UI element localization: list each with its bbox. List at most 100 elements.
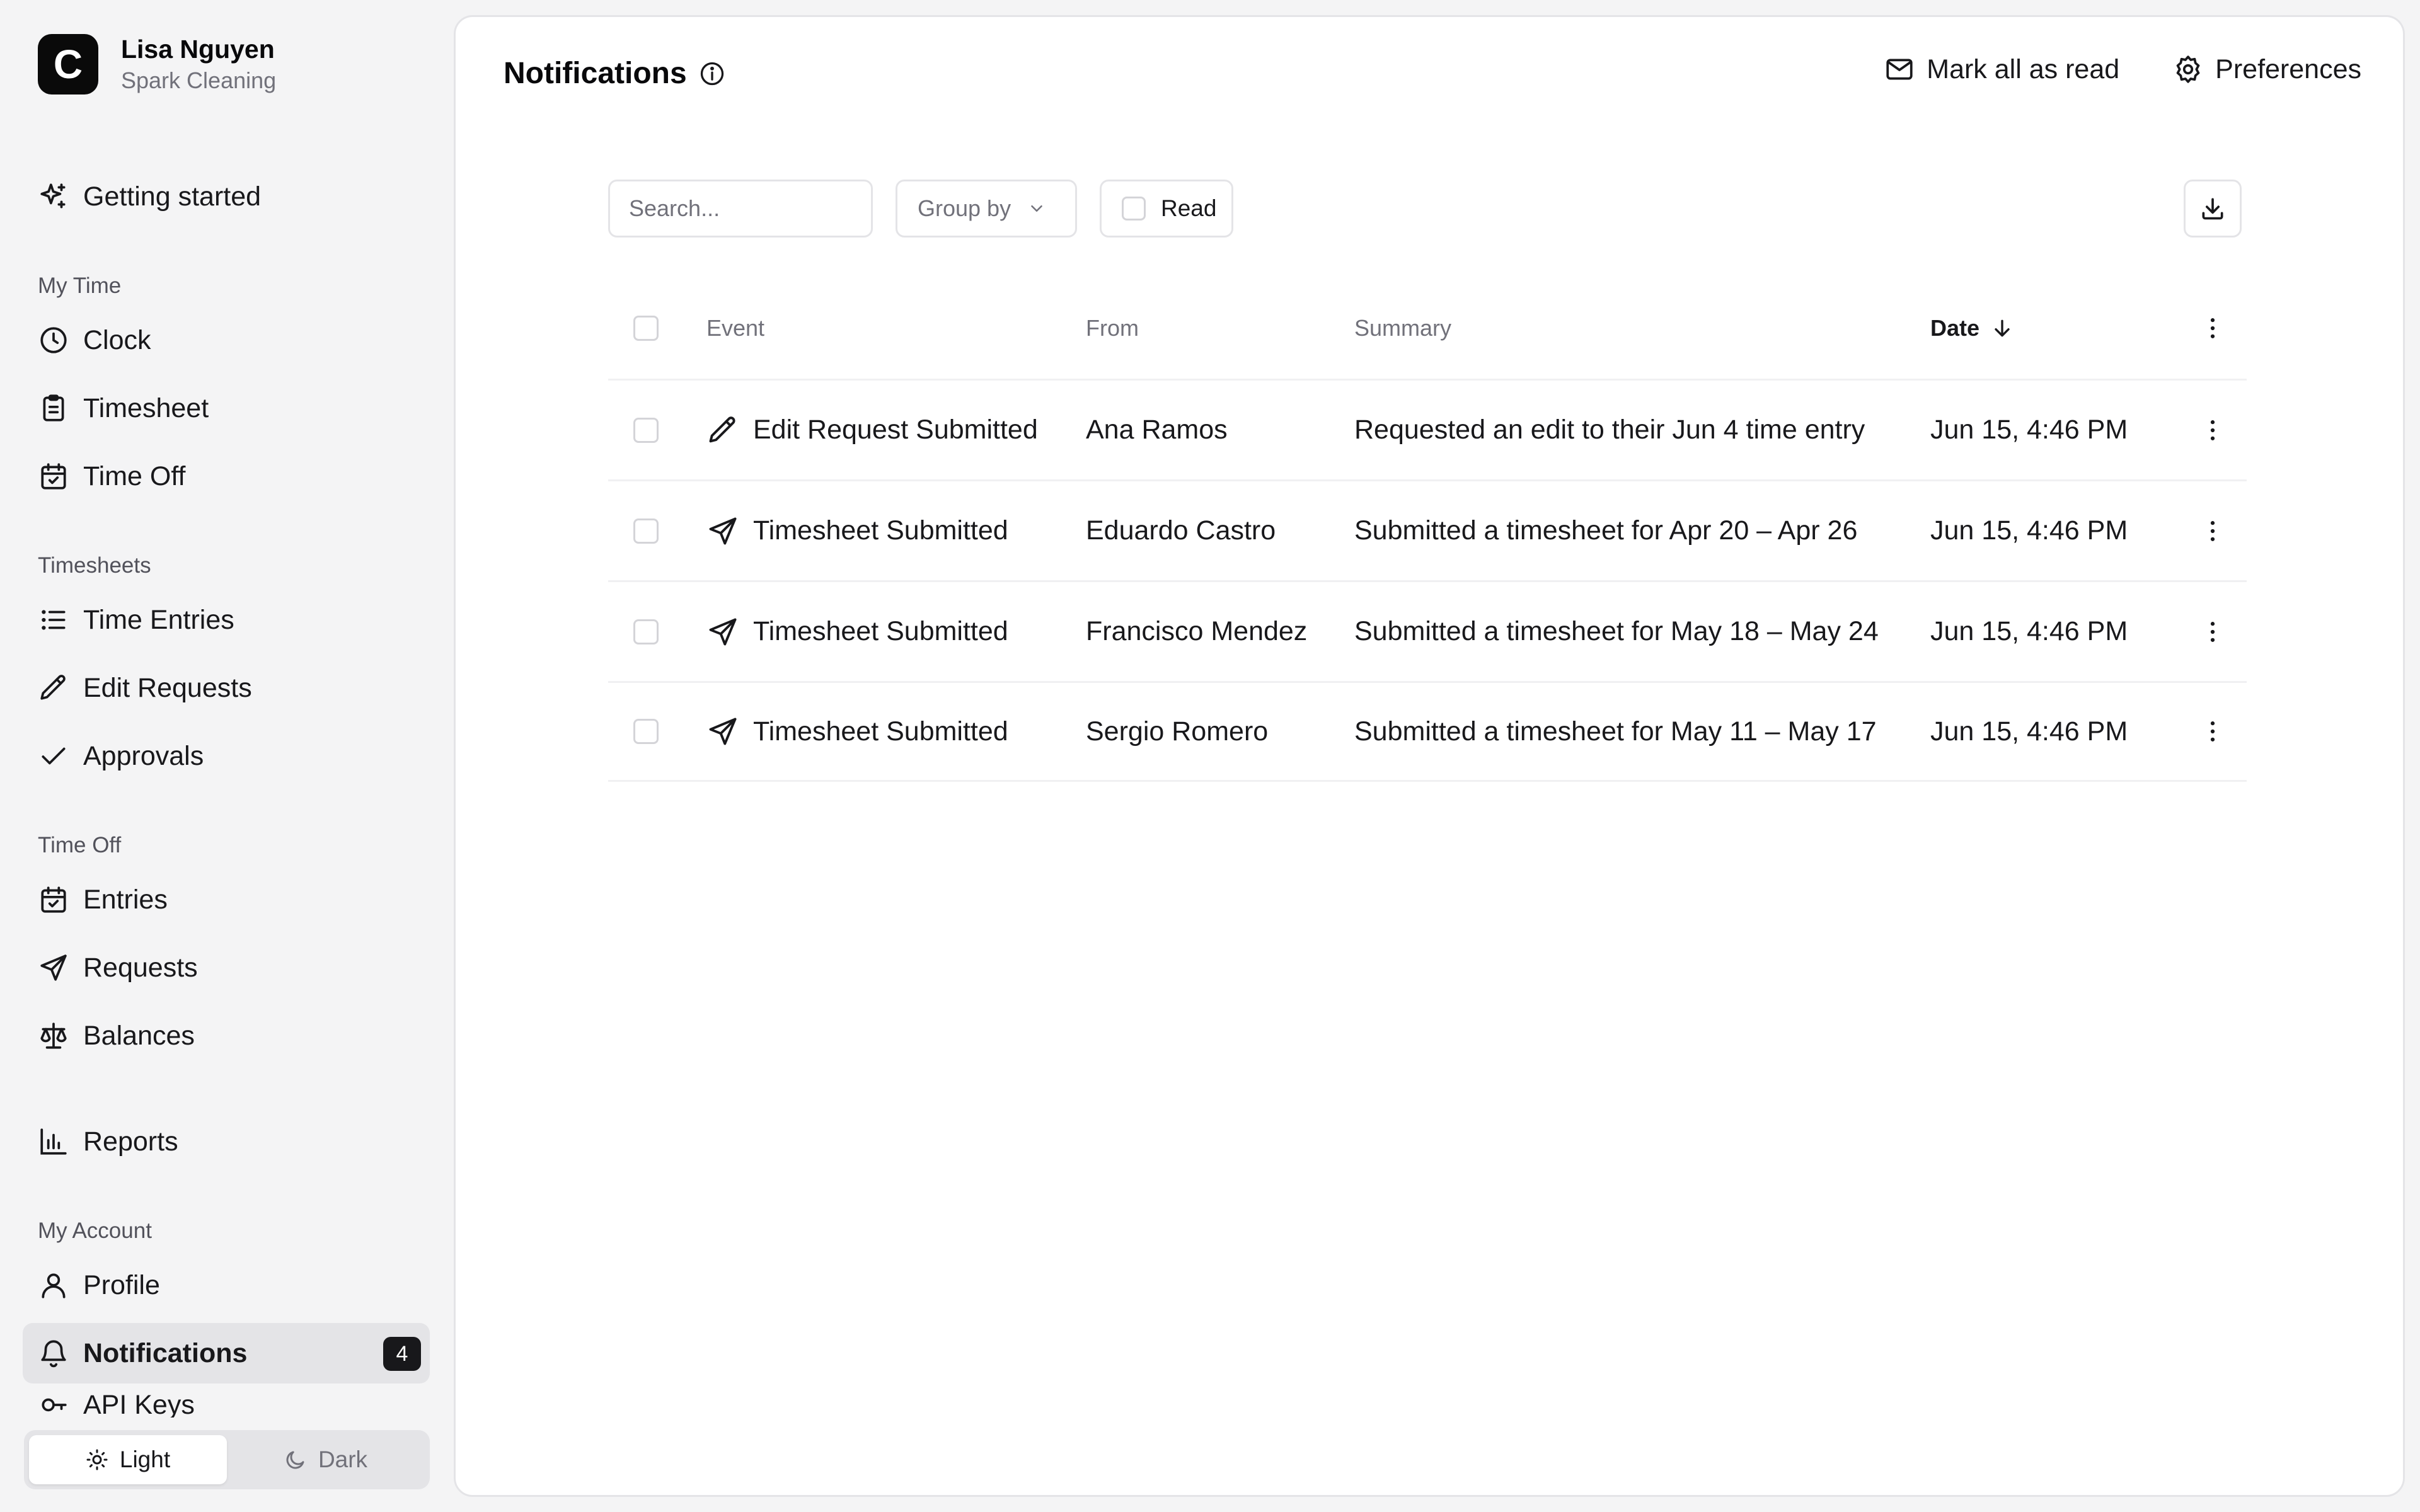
company-logo: C (38, 34, 98, 94)
event-cell: Edit Request Submitted (706, 414, 1086, 447)
group-by-select[interactable]: Group by (896, 180, 1077, 238)
sidebar-item-label: Profile (83, 1269, 160, 1300)
sidebar-item-edit-requests[interactable]: Edit Requests (23, 658, 430, 718)
date-cell: Jun 15, 4:46 PM (1930, 716, 2128, 747)
row-menu-cell (2182, 416, 2247, 444)
row-check-cell (608, 619, 706, 644)
sidebar-item-approvals[interactable]: Approvals (23, 726, 430, 786)
table-row[interactable]: Timesheet Submitted Sergio Romero Submit… (608, 681, 2247, 782)
more-vertical-icon[interactable] (2199, 314, 2227, 342)
sidebar-item-label: Balances (83, 1020, 195, 1051)
date-cell: Jun 15, 4:46 PM (1930, 515, 2128, 546)
sidebar-item-timesheet[interactable]: Timesheet (23, 378, 430, 438)
row-checkbox[interactable] (633, 417, 659, 443)
chevron-down-icon (1031, 205, 1042, 212)
sun-icon (86, 1449, 108, 1470)
more-vertical-icon[interactable] (2199, 618, 2227, 646)
account-company: Spark Cleaning (121, 67, 277, 93)
header-menu-cell (2182, 314, 2247, 342)
column-header-summary[interactable]: Summary (1354, 315, 1930, 341)
section-time-off: Time Off (38, 833, 122, 857)
sidebar-item-label: Time Entries (83, 604, 234, 635)
mark-all-read-button[interactable]: Mark all as read (1884, 54, 2119, 85)
row-menu-cell (2182, 618, 2247, 646)
more-vertical-icon[interactable] (2199, 416, 2227, 444)
sidebar-item-time-off[interactable]: Time Off (23, 446, 430, 507)
table-row[interactable]: Timesheet Submitted Francisco Mendez Sub… (608, 580, 2247, 681)
row-checkbox[interactable] (633, 518, 659, 544)
sidebar-item-getting-started[interactable]: Getting started (23, 166, 430, 227)
table-row[interactable]: Edit Request Submitted Ana Ramos Request… (608, 379, 2247, 479)
pencil-icon (709, 416, 735, 442)
row-checkbox[interactable] (633, 719, 659, 744)
bar-chart-icon (40, 1128, 67, 1155)
header-check-cell (608, 316, 706, 341)
column-header-event[interactable]: Event (706, 315, 1086, 341)
more-vertical-icon[interactable] (2199, 718, 2227, 745)
select-all-checkbox[interactable] (633, 316, 659, 341)
sidebar-item-requests[interactable]: Requests (23, 937, 430, 998)
section-timesheets: Timesheets (38, 553, 151, 578)
sidebar: C Lisa Nguyen Spark Cleaning Getting sta… (0, 0, 454, 1512)
theme-dark-button[interactable]: Dark (227, 1435, 425, 1484)
more-vertical-icon[interactable] (2199, 517, 2227, 545)
read-filter-checkbox[interactable] (1122, 197, 1146, 220)
page-title: Notifications (504, 57, 687, 90)
sidebar-item-clock[interactable]: Clock (23, 310, 430, 370)
sidebar-item-label: Edit Requests (83, 672, 252, 703)
sidebar-item-notifications[interactable]: Notifications 4 (23, 1323, 430, 1383)
clipboard-icon (43, 394, 64, 421)
sidebar-item-label: API Keys (83, 1392, 195, 1418)
event-label: Timesheet Submitted (753, 515, 1008, 546)
sidebar-scroll-overflow: API Keys (23, 1392, 430, 1418)
theme-light-label: Light (119, 1446, 171, 1472)
download-button[interactable] (2184, 180, 2242, 238)
sidebar-item-time-entries[interactable]: Time Entries (23, 590, 430, 650)
theme-light-button[interactable]: Light (29, 1435, 227, 1484)
check-icon (42, 747, 66, 765)
read-filter-toggle[interactable]: Read (1100, 180, 1233, 238)
date-cell: Jun 15, 4:46 PM (1930, 616, 2128, 646)
row-checkbox[interactable] (633, 619, 659, 644)
toolbar: Group by Read (608, 180, 2242, 238)
summary-cell: Requested an edit to their Jun 4 time en… (1354, 415, 1865, 445)
row-check-cell (608, 417, 706, 443)
send-icon (709, 517, 737, 544)
sidebar-item-label: Clock (83, 324, 151, 355)
sidebar-item-label: Requests (83, 952, 198, 983)
sidebar-item-label: Time Off (83, 461, 186, 491)
calendar-check-icon (41, 463, 66, 490)
row-check-cell (608, 719, 706, 744)
header-actions: Mark all as read Preferences (1831, 54, 2361, 85)
download-icon (2202, 198, 2223, 220)
summary-cell: Submitted a timesheet for Apr 20 – Apr 2… (1354, 515, 1858, 546)
from-cell: Ana Ramos (1086, 415, 1228, 445)
account-name: Lisa Nguyen (121, 35, 275, 64)
group-by-label: Group by (918, 195, 1011, 221)
row-check-cell (608, 518, 706, 544)
summary-cell: Submitted a timesheet for May 11 – May 1… (1354, 716, 1877, 747)
table-row[interactable]: Timesheet Submitted Eduardo Castro Submi… (608, 479, 2247, 580)
sidebar-item-label: Timesheet (83, 392, 209, 423)
row-menu-cell (2182, 718, 2247, 745)
info-icon[interactable] (698, 60, 726, 88)
sidebar-item-api[interactable]: API Keys (23, 1392, 430, 1418)
column-header-date-label: Date (1930, 315, 1980, 341)
account-switcher[interactable]: C Lisa Nguyen Spark Cleaning (38, 33, 276, 96)
section-my-account: My Account (38, 1218, 152, 1243)
preferences-button[interactable]: Preferences (2172, 54, 2361, 85)
sidebar-item-entries[interactable]: Entries (23, 869, 430, 930)
search-input[interactable] (608, 180, 873, 238)
scale-icon (40, 1022, 67, 1049)
sidebar-item-balances[interactable]: Balances (23, 1005, 430, 1066)
from-cell: Francisco Mendez (1086, 616, 1308, 646)
column-header-from[interactable]: From (1086, 315, 1354, 341)
from-cell: Eduardo Castro (1086, 515, 1276, 546)
row-menu-cell (2182, 517, 2247, 545)
sidebar-item-reports[interactable]: Reports (23, 1111, 430, 1172)
notifications-table: Event From Summary Date Edit Request Sub… (608, 278, 2247, 782)
sidebar-item-profile[interactable]: Profile (23, 1255, 430, 1315)
column-header-date[interactable]: Date (1930, 315, 2182, 341)
mark-all-read-label: Mark all as read (1927, 54, 2120, 84)
date-cell: Jun 15, 4:46 PM (1930, 415, 2128, 445)
